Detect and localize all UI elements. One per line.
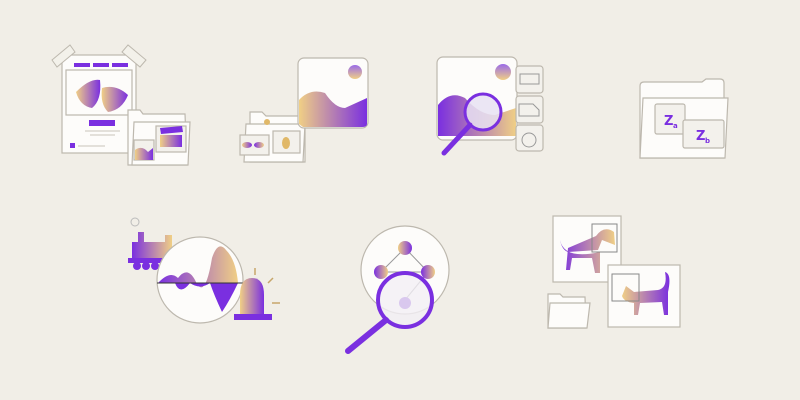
image-search-icon: [436, 56, 544, 156]
sorted-folder-icon: Z a Z b: [639, 78, 729, 159]
image-icon: [297, 57, 369, 129]
graph-search-icon: [345, 225, 450, 354]
illustration-canvas: Z a Z b: [51, 44, 729, 354]
insect-folder-icon: [239, 111, 306, 163]
object-detection-icon: [547, 215, 681, 329]
anomaly-alert-icon: [128, 217, 280, 324]
folder-label-za-sub: a: [673, 122, 678, 130]
media-folder-icon: [127, 109, 191, 166]
folder-label-zb-sub: b: [705, 137, 710, 145]
